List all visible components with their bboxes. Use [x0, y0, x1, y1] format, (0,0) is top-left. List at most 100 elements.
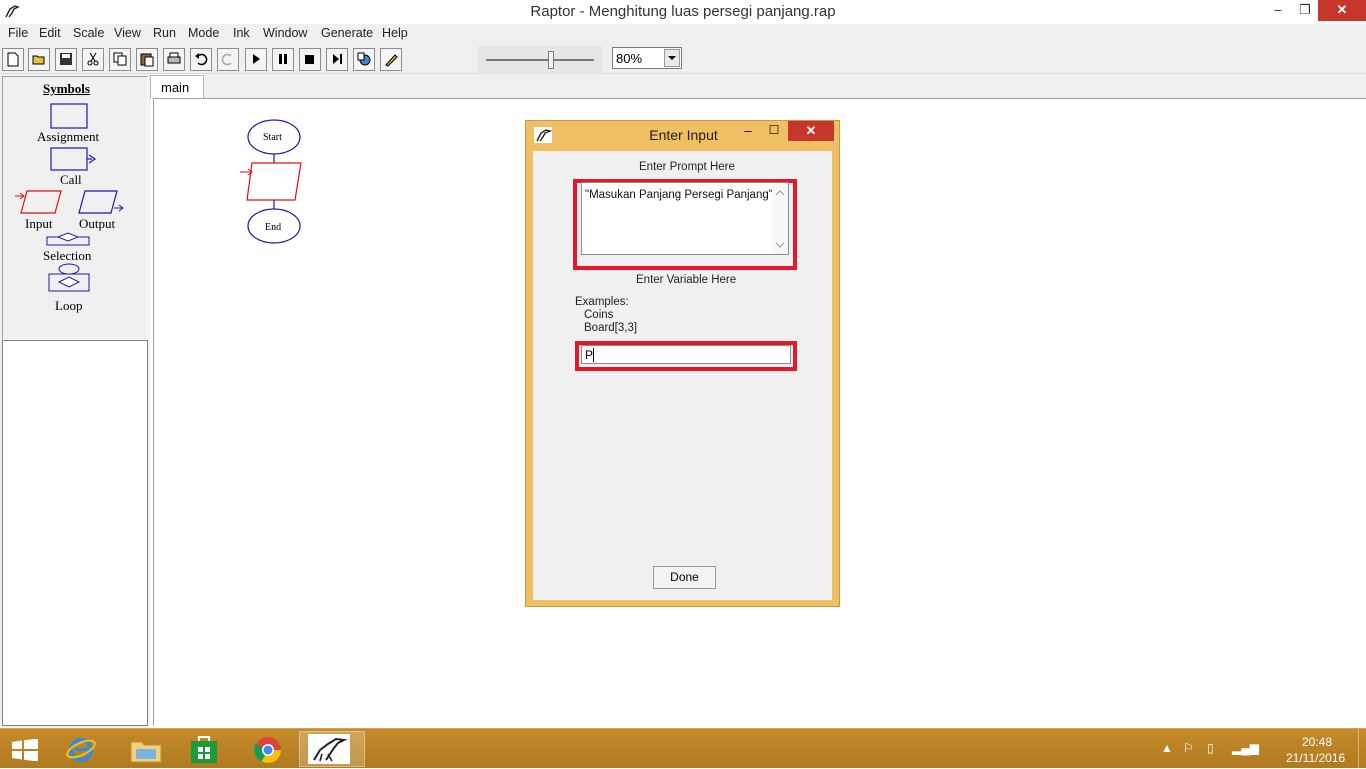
- file-explorer-taskbar-item[interactable]: [113, 731, 179, 767]
- done-button[interactable]: Done: [653, 566, 716, 589]
- examples-label: Examples:: [575, 296, 629, 308]
- zoom-dropdown[interactable]: 80%: [612, 47, 682, 69]
- maximize-button[interactable]: ❐: [1292, 0, 1318, 21]
- close-button[interactable]: ✕: [1318, 0, 1366, 21]
- menu-mode[interactable]: Mode: [188, 26, 219, 40]
- call-label: Call: [60, 172, 82, 187]
- output-symbol-icon[interactable]: [77, 189, 127, 215]
- cut-button[interactable]: [82, 48, 104, 71]
- menu-run[interactable]: Run: [153, 26, 176, 40]
- chevron-up-icon[interactable]: [775, 189, 785, 197]
- menu-file[interactable]: File: [8, 26, 28, 40]
- input-symbol-icon[interactable]: [15, 189, 65, 215]
- action-center-flag-icon[interactable]: ⚐: [1183, 741, 1194, 755]
- zoom-value: 80%: [616, 51, 643, 66]
- battery-icon[interactable]: ▯: [1207, 741, 1214, 755]
- internet-explorer-taskbar-item[interactable]: [48, 731, 114, 767]
- printer-icon: [167, 52, 181, 64]
- paste-button[interactable]: [136, 48, 158, 71]
- chevron-down-icon[interactable]: [775, 241, 785, 249]
- scissors-icon: [87, 52, 99, 66]
- variable-label: Enter Variable Here: [636, 274, 737, 286]
- menu-ink[interactable]: Ink: [233, 26, 250, 40]
- symbols-panel: Symbols Assignment Call Input Output Sel…: [2, 76, 148, 340]
- menu-help[interactable]: Help: [382, 26, 408, 40]
- zoom-slider[interactable]: [478, 46, 602, 74]
- dialog-body: Enter Prompt Here "Masukan Panjang Perse…: [533, 151, 832, 600]
- ink-pen-button[interactable]: [380, 48, 402, 71]
- play-icon: [253, 54, 260, 64]
- clock-time[interactable]: 20:48: [1302, 735, 1332, 749]
- show-hidden-icons-icon[interactable]: ▲: [1161, 741, 1173, 755]
- open-button[interactable]: [28, 48, 50, 71]
- save-icon: [60, 53, 72, 65]
- assignment-label: Assignment: [37, 129, 100, 144]
- assignment-symbol-icon[interactable]: [50, 103, 90, 131]
- slider-track: [486, 59, 594, 61]
- menu-generate[interactable]: Generate: [321, 26, 373, 40]
- dialog-minimize-button[interactable]: –: [738, 123, 758, 138]
- enter-input-dialog: Enter Input – ☐ ✕ Enter Prompt Here "Mas…: [525, 120, 840, 607]
- taskbar: ▲ ⚐ ▯ ▂▄▆ 🔈︎ 20:48 21/11/2016: [0, 728, 1366, 769]
- variable-input[interactable]: P: [581, 345, 791, 364]
- undo-icon: [195, 53, 208, 66]
- stop-icon: [305, 55, 314, 64]
- print-button[interactable]: [163, 48, 185, 71]
- internet-explorer-icon: [66, 738, 96, 762]
- left-panel: Symbols Assignment Call Input Output Sel…: [0, 74, 150, 728]
- redo-button[interactable]: [217, 48, 239, 71]
- menu-view[interactable]: View: [114, 26, 141, 40]
- new-button[interactable]: [2, 48, 24, 71]
- folder-open-icon: [32, 55, 45, 65]
- variable-watch-panel[interactable]: [2, 340, 148, 726]
- windows-start-icon[interactable]: [12, 739, 38, 761]
- output-label: Output: [79, 216, 116, 231]
- prompt-label: Enter Prompt Here: [639, 161, 735, 173]
- tab-main[interactable]: main: [150, 75, 204, 99]
- example-coins: Coins: [584, 309, 614, 321]
- prompt-textarea[interactable]: "Masukan Panjang Persegi Panjang": [581, 182, 789, 255]
- paste-icon: [140, 53, 154, 67]
- step-icon: [333, 54, 342, 64]
- show-desktop-button[interactable]: [1358, 729, 1366, 769]
- loop-symbol-icon[interactable]: [47, 263, 93, 295]
- variable-value: P: [585, 348, 594, 362]
- menu-window[interactable]: Window: [263, 26, 307, 40]
- menu-edit[interactable]: Edit: [39, 26, 61, 40]
- test-server-button[interactable]: [353, 48, 375, 71]
- copy-button[interactable]: [109, 48, 131, 71]
- raptor-dinosaur-icon: [308, 734, 350, 764]
- store-icon: [191, 736, 217, 763]
- minimize-button[interactable]: –: [1264, 0, 1292, 21]
- chrome-taskbar-item[interactable]: [236, 731, 302, 767]
- selection-label: Selection: [43, 248, 92, 263]
- selection-symbol-icon[interactable]: [45, 232, 93, 248]
- clock-date[interactable]: 21/11/2016: [1286, 751, 1345, 765]
- chevron-down-icon[interactable]: [664, 49, 680, 67]
- start-label: Start: [263, 132, 282, 143]
- menu-scale[interactable]: Scale: [73, 26, 104, 40]
- volume-icon[interactable]: 🔈︎: [1255, 741, 1262, 756]
- execute-button[interactable]: [245, 48, 267, 71]
- prompt-text: "Masukan Panjang Persegi Panjang": [585, 189, 773, 201]
- raptor-taskbar-item[interactable]: [299, 731, 365, 767]
- prompt-scrollbar[interactable]: [772, 183, 788, 254]
- pen-icon: [385, 54, 398, 67]
- menu-bar: File Edit Scale View Run Mode Ink Window…: [0, 24, 1366, 44]
- tab-strip: [204, 74, 1366, 99]
- copy-icon: [113, 52, 127, 66]
- text-cursor: [593, 348, 594, 362]
- pause-icon: [279, 54, 287, 64]
- step-button[interactable]: [326, 48, 348, 71]
- dialog-maximize-button[interactable]: ☐: [764, 123, 784, 137]
- globe-icon: [357, 52, 371, 66]
- slider-thumb[interactable]: [548, 51, 554, 69]
- store-taskbar-item[interactable]: [172, 731, 238, 767]
- save-button[interactable]: [55, 48, 77, 71]
- stop-button[interactable]: [299, 48, 321, 71]
- input-label: Input: [25, 216, 53, 231]
- pause-button[interactable]: [272, 48, 294, 71]
- call-symbol-icon[interactable]: [50, 147, 100, 173]
- undo-button[interactable]: [190, 48, 212, 71]
- dialog-close-button[interactable]: ✕: [788, 121, 834, 141]
